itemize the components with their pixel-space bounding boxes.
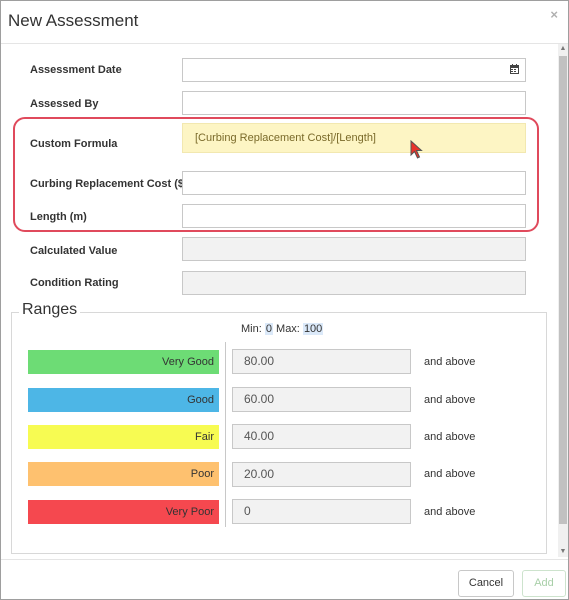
range-input-good[interactable]: 60.00 [232,387,411,412]
condition-rating-field [182,271,526,295]
range-swatch-good: Good [28,388,219,412]
new-assessment-dialog: New Assessment × ▲ ▼ Assessment Date Ass… [0,0,569,600]
scroll-up-icon[interactable]: ▲ [559,44,567,54]
range-input-poor[interactable]: 20.00 [232,462,411,487]
range-swatch-fair: Fair [28,425,219,449]
add-button[interactable]: Add [522,570,566,597]
scrollbar-thumb[interactable] [559,56,567,524]
cancel-button[interactable]: Cancel [458,570,514,597]
assessment-date-input[interactable] [182,58,526,82]
highlight-box [13,117,539,232]
assessment-date-label: Assessment Date [30,64,122,76]
mouse-cursor-icon [410,140,423,159]
range-suffix-fair: and above [424,431,476,443]
range-swatch-very-poor: Very Poor [28,500,219,524]
range-input-very-good[interactable]: 80.00 [232,349,411,374]
dialog-footer: Cancel Add [1,559,568,599]
close-icon[interactable]: × [550,7,558,22]
range-suffix-poor: and above [424,468,476,480]
range-suffix-very-good: and above [424,356,476,368]
range-input-very-poor[interactable]: 0 [232,499,411,524]
range-input-fair[interactable]: 40.00 [232,424,411,449]
range-suffix-very-poor: and above [424,506,476,518]
dialog-header: New Assessment × [1,1,568,44]
ranges-divider [225,342,226,527]
dialog-title: New Assessment [8,11,139,30]
calculated-value-field [182,237,526,261]
range-suffix-good: and above [424,394,476,406]
calendar-icon[interactable] [510,64,519,74]
max-value: 100 [302,323,324,335]
condition-rating-label: Condition Rating [30,277,119,289]
max-label: Max: [276,323,300,335]
range-swatch-very-good: Very Good [28,350,219,374]
scroll-down-icon[interactable]: ▼ [559,547,567,557]
min-value: 0 [264,323,273,335]
min-label: Min: [241,323,262,335]
range-swatch-poor: Poor [28,462,219,486]
min-max-readout: Min: 0 Max: 100 [241,323,324,335]
calculated-value-label: Calculated Value [30,245,118,257]
vertical-scrollbar[interactable]: ▲ ▼ [558,44,568,557]
assessed-by-label: Assessed By [30,98,99,110]
ranges-title: Ranges [19,301,81,319]
assessed-by-input[interactable] [182,91,526,115]
